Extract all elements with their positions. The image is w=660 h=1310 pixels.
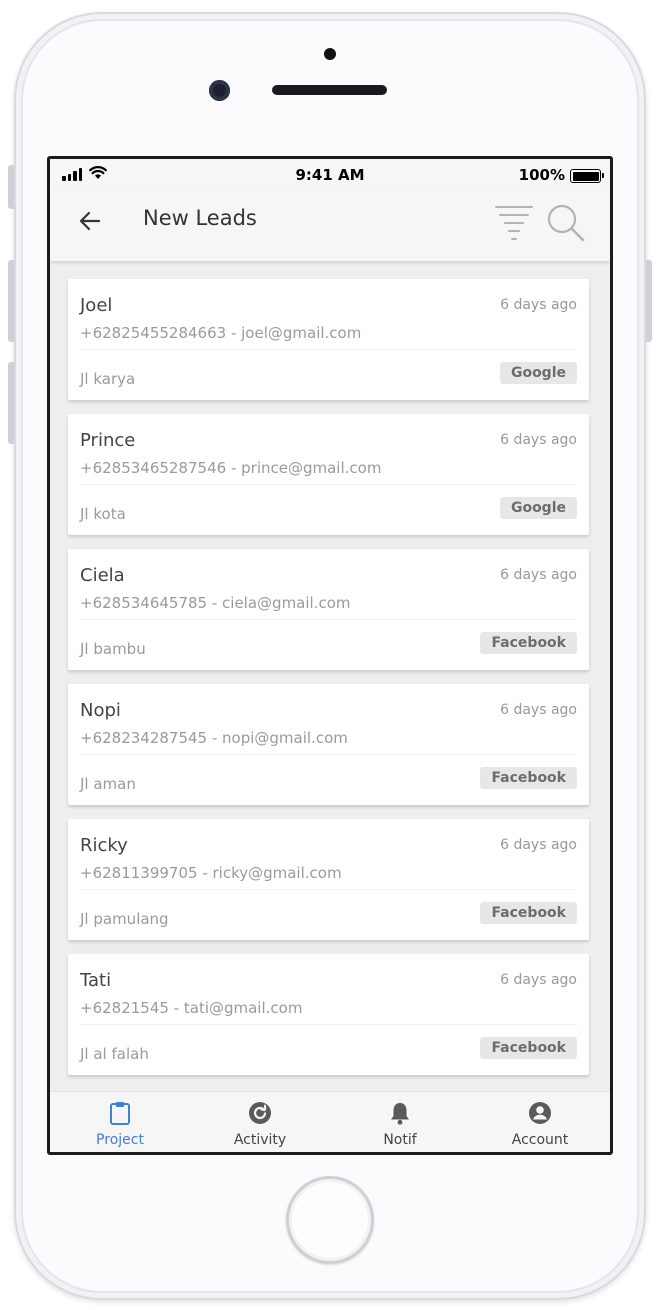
page-title: New Leads (143, 206, 257, 230)
back-button[interactable] (78, 209, 102, 233)
battery-icon (570, 169, 604, 183)
leads-list[interactable]: Joel 6 days ago +62825455284663 - joel@g… (50, 261, 610, 1091)
lead-timestamp: 6 days ago (500, 837, 577, 853)
divider (80, 1024, 577, 1025)
clipboard-icon (110, 1102, 130, 1125)
divider (80, 754, 577, 755)
lead-source-badge: Facebook (480, 902, 577, 924)
phone-screen: 9:41 AM 100% New Leads Joel 6 days ago +… (47, 156, 613, 1155)
lead-name: Nopi (80, 700, 121, 721)
home-button[interactable] (286, 1176, 374, 1264)
divider (80, 484, 577, 485)
lead-address: Jl pamulang (80, 910, 169, 928)
lead-timestamp: 6 days ago (500, 297, 577, 313)
lead-card[interactable]: Ricky 6 days ago +62811399705 - ricky@gm… (68, 819, 589, 940)
arrow-left-icon (79, 211, 101, 231)
lead-card[interactable]: Tati 6 days ago +62821545 - tati@gmail.c… (68, 954, 589, 1075)
divider (80, 889, 577, 890)
lead-card[interactable]: Nopi 6 days ago +628234287545 - nopi@gma… (68, 684, 589, 805)
lead-address: Jl aman (80, 775, 136, 793)
nav-item-notif[interactable]: Notif (330, 1092, 470, 1152)
lead-contact: +62825455284663 - joel@gmail.com (80, 324, 362, 342)
app-header: New Leads (50, 189, 610, 261)
status-bar: 9:41 AM 100% (50, 159, 610, 189)
bottom-navigation: Project Activity Notif Account (50, 1091, 610, 1152)
lead-address: Jl bambu (80, 640, 146, 658)
account-icon (529, 1102, 551, 1124)
lead-card[interactable]: Joel 6 days ago +62825455284663 - joel@g… (68, 279, 589, 400)
lead-timestamp: 6 days ago (500, 567, 577, 583)
lead-contact: +62821545 - tati@gmail.com (80, 999, 303, 1017)
nav-label: Notif (383, 1132, 417, 1148)
volume-down-button (8, 362, 14, 444)
battery-percentage: 100% (518, 166, 565, 184)
lead-source-badge: Facebook (480, 767, 577, 789)
lead-name: Joel (80, 295, 113, 316)
lead-contact: +62811399705 - ricky@gmail.com (80, 864, 342, 882)
lead-address: Jl al falah (80, 1045, 149, 1063)
lead-contact: +62853465287546 - prince@gmail.com (80, 459, 382, 477)
volume-up-button (8, 260, 14, 342)
proximity-sensor (324, 48, 336, 60)
lead-timestamp: 6 days ago (500, 432, 577, 448)
power-button (646, 260, 652, 342)
lead-timestamp: 6 days ago (500, 702, 577, 718)
nav-label: Activity (233, 1132, 287, 1148)
lead-name: Ciela (80, 565, 125, 586)
lead-address: Jl karya (80, 370, 136, 388)
nav-item-activity[interactable]: Activity (190, 1092, 330, 1152)
divider (80, 619, 577, 620)
activity-icon (249, 1102, 271, 1124)
lead-contact: +628534645785 - ciela@gmail.com (80, 594, 351, 612)
nav-item-project[interactable]: Project (50, 1092, 190, 1152)
lead-source-badge: Google (499, 497, 577, 519)
lead-address: Jl kota (80, 505, 126, 523)
earpiece-speaker (272, 85, 387, 95)
lead-source-badge: Facebook (480, 1037, 577, 1059)
lead-timestamp: 6 days ago (500, 972, 577, 988)
search-icon[interactable] (546, 203, 586, 243)
lead-name: Prince (80, 430, 136, 451)
mute-switch (8, 165, 14, 209)
bell-icon (391, 1103, 409, 1125)
nav-item-account[interactable]: Account (470, 1092, 610, 1152)
divider (80, 349, 577, 350)
lead-name: Tati (80, 970, 112, 991)
lead-name: Ricky (80, 835, 128, 856)
lead-contact: +628234287545 - nopi@gmail.com (80, 729, 348, 747)
front-camera (209, 80, 230, 101)
nav-label: Account (511, 1132, 569, 1148)
lead-source-badge: Google (499, 362, 577, 384)
lead-card[interactable]: Prince 6 days ago +62853465287546 - prin… (68, 414, 589, 535)
lead-source-badge: Facebook (480, 632, 577, 654)
nav-label: Project (96, 1132, 144, 1148)
filter-icon[interactable] (494, 204, 534, 242)
lead-card[interactable]: Ciela 6 days ago +628534645785 - ciela@g… (68, 549, 589, 670)
